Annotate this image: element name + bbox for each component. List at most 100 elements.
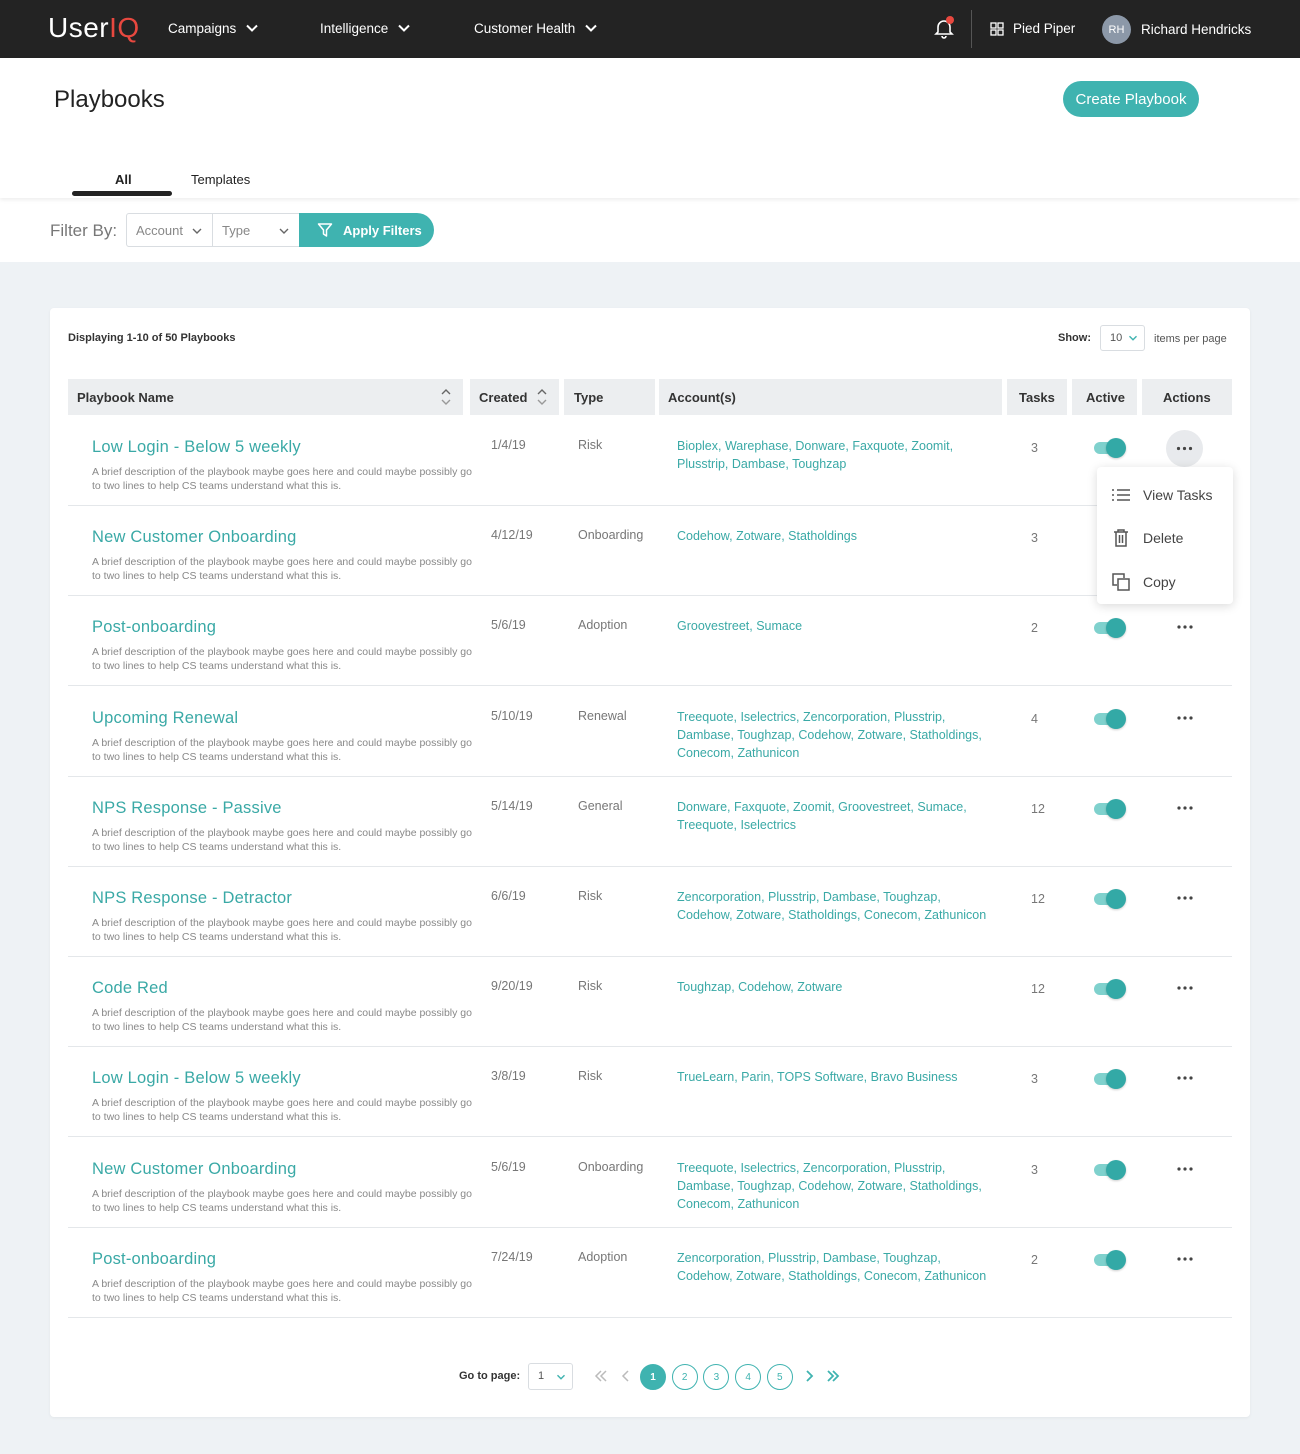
accounts-list[interactable]: Zencorporation, Plusstrip, Dambase, Toug… — [677, 1249, 997, 1285]
task-count: 3 — [1031, 531, 1038, 546]
playbook-name-link[interactable]: Code Red — [92, 979, 168, 998]
active-toggle[interactable] — [1094, 1159, 1126, 1180]
more-actions-button[interactable] — [1170, 977, 1200, 999]
accounts-list[interactable]: Groovestreet, Sumace — [677, 617, 997, 635]
last-page-icon[interactable] — [825, 1368, 841, 1384]
more-actions-button[interactable] — [1170, 616, 1200, 638]
active-tab-indicator — [72, 191, 172, 196]
more-horizontal-icon — [1177, 1257, 1193, 1261]
menu-item-delete-label: Delete — [1143, 530, 1184, 546]
playbook-name-link[interactable]: Post-onboarding — [92, 1250, 216, 1269]
user-name[interactable]: Richard Hendricks — [1141, 22, 1251, 37]
goto-page-label: Go to page: — [459, 1370, 521, 1382]
playbook-description: A brief description of the playbook mayb… — [92, 1277, 472, 1304]
playbook-type: Renewal — [578, 708, 627, 723]
playbook-name-link[interactable]: Upcoming Renewal — [92, 709, 238, 728]
show-label: Show: — [1058, 332, 1091, 344]
page-button[interactable]: 1 — [640, 1364, 666, 1390]
task-count: 12 — [1031, 892, 1045, 906]
nav-campaigns[interactable]: Campaigns — [168, 20, 260, 36]
more-actions-button[interactable] — [1170, 1158, 1200, 1180]
playbook-name-link[interactable]: Low Login - Below 5 weekly — [92, 438, 301, 457]
active-toggle[interactable] — [1094, 1249, 1126, 1270]
accounts-list[interactable]: Zencorporation, Plusstrip, Dambase, Toug… — [677, 888, 997, 924]
type-filter-dropdown[interactable]: Type — [212, 213, 300, 247]
menu-item-delete[interactable]: Delete — [1111, 526, 1183, 550]
column-header-created[interactable]: Created — [470, 379, 559, 415]
accounts-list[interactable]: Codehow, Zotware, Statholdings — [677, 527, 997, 545]
page-button[interactable]: 2 — [671, 1364, 698, 1390]
menu-item-view-tasks-label: View Tasks — [1143, 487, 1213, 503]
logo[interactable]: UserIQ — [48, 12, 140, 44]
more-actions-button[interactable] — [1170, 887, 1200, 909]
accounts-list[interactable]: Treequote, Iselectrics, Zencorporation, … — [677, 1159, 997, 1213]
table-row: New Customer Onboarding A brief descripti… — [68, 1138, 1232, 1228]
active-toggle[interactable] — [1094, 798, 1126, 819]
more-actions-button[interactable] — [1170, 707, 1200, 729]
prev-page-icon[interactable] — [618, 1368, 634, 1384]
more-actions-button[interactable] — [1166, 430, 1203, 467]
goto-page-select[interactable]: 1 — [528, 1363, 573, 1390]
active-toggle[interactable] — [1094, 1069, 1126, 1090]
toggle-knob — [1106, 798, 1126, 819]
task-count: 3 — [1031, 441, 1038, 455]
next-page-icon[interactable] — [801, 1368, 817, 1384]
active-toggle[interactable] — [1094, 438, 1126, 458]
page-button[interactable]: 3 — [703, 1364, 730, 1390]
more-actions-button[interactable] — [1170, 1067, 1200, 1089]
sort-icon[interactable] — [536, 386, 548, 408]
playbook-name-link[interactable]: New Customer Onboarding — [92, 1160, 297, 1179]
task-count: 3 — [1031, 1162, 1038, 1177]
table-row: Low Login - Below 5 weekly A brief descri… — [68, 416, 1232, 506]
chevron-down-icon — [192, 228, 202, 234]
page-button[interactable]: 4 — [735, 1364, 762, 1390]
chevron-down-icon — [557, 1374, 565, 1380]
tab-templates[interactable]: Templates — [191, 172, 250, 187]
active-toggle[interactable] — [1094, 618, 1126, 639]
playbook-name-link[interactable]: Post-onboarding — [92, 618, 216, 637]
column-header-name[interactable]: Playbook Name — [68, 379, 463, 415]
grid-icon — [990, 21, 1004, 36]
apply-filters-button[interactable]: Apply Filters — [299, 213, 434, 247]
accounts-list[interactable]: Bioplex, Warephase, Donware, Faxquote, Z… — [677, 437, 997, 473]
toggle-knob — [1106, 708, 1126, 729]
more-actions-button[interactable] — [1170, 797, 1200, 819]
more-horizontal-icon — [1177, 986, 1193, 990]
tab-all[interactable]: All — [115, 172, 132, 187]
menu-item-view-tasks[interactable]: View Tasks — [1111, 483, 1213, 507]
first-page-icon[interactable] — [593, 1368, 609, 1384]
menu-item-copy[interactable]: Copy — [1111, 570, 1176, 594]
sort-icon[interactable] — [440, 386, 452, 408]
task-count: 12 — [1031, 801, 1045, 816]
nav-customer-health[interactable]: Customer Health — [474, 20, 599, 36]
playbook-type: Onboarding — [578, 528, 644, 543]
active-toggle[interactable] — [1094, 979, 1126, 1000]
playbook-name-link[interactable]: NPS Response - Passive — [92, 799, 282, 818]
task-count: 12 — [1031, 982, 1045, 997]
accounts-list[interactable]: TrueLearn, Parin, TOPS Software, Bravo B… — [677, 1068, 997, 1086]
accounts-list[interactable]: Donware, Faxquote, Zoomit, Groovestreet,… — [677, 798, 997, 834]
account-filter-dropdown[interactable]: Account — [126, 213, 213, 247]
active-toggle[interactable] — [1094, 889, 1126, 909]
more-actions-button[interactable] — [1170, 1248, 1200, 1270]
accounts-list[interactable]: Treequote, Iselectrics, Zencorporation, … — [677, 708, 997, 762]
toggle-knob — [1106, 438, 1126, 458]
accounts-list[interactable]: Toughzap, Codehow, Zotware — [677, 978, 997, 996]
playbook-name-link[interactable]: NPS Response - Detractor — [92, 889, 292, 908]
table-row: Post-onboarding A brief description of th… — [68, 596, 1232, 687]
per-page-select[interactable]: 10 — [1100, 325, 1145, 351]
playbook-name-link[interactable]: Low Login - Below 5 weekly — [92, 1069, 301, 1088]
results-count: Displaying 1-10 of 50 Playbooks — [68, 332, 236, 344]
table-row: NPS Response - Detractor A brief descript… — [68, 867, 1232, 957]
page-button[interactable]: 5 — [766, 1364, 793, 1390]
filter-bar: Filter By: Account Type Apply Filters — [0, 198, 1300, 262]
goto-page-value: 1 — [538, 1370, 545, 1382]
nav-intelligence[interactable]: Intelligence — [320, 20, 412, 36]
avatar[interactable]: RH — [1102, 15, 1131, 44]
create-playbook-button[interactable]: Create Playbook — [1063, 81, 1199, 117]
trash-icon — [1114, 529, 1128, 547]
org-switcher[interactable]: Pied Piper — [990, 21, 1075, 36]
per-page-value: 10 — [1110, 332, 1123, 344]
active-toggle[interactable] — [1094, 708, 1126, 729]
playbook-name-link[interactable]: New Customer Onboarding — [92, 528, 297, 547]
